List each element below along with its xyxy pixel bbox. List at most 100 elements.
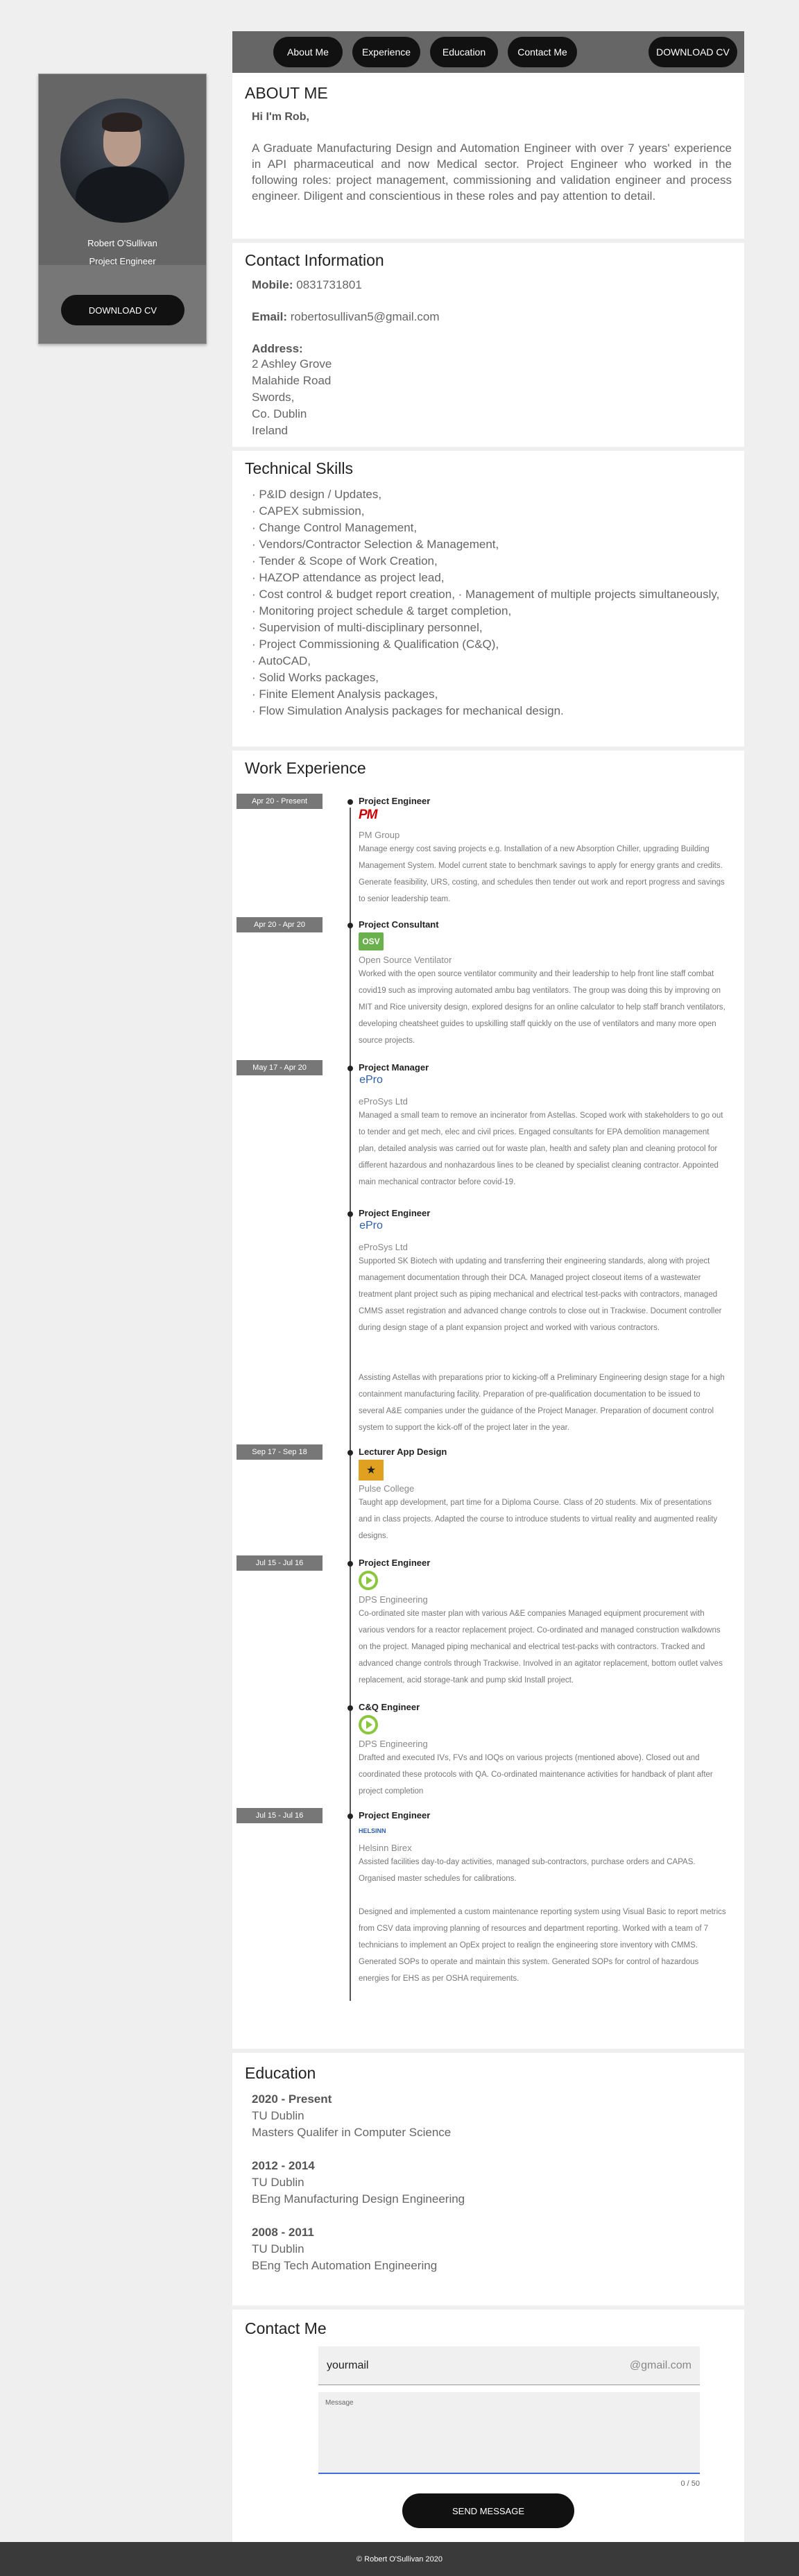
job-date-badge: Apr 20 - Apr 20 xyxy=(237,917,323,932)
timeline-dot xyxy=(347,1211,353,1217)
job-company: Helsinn Birex xyxy=(359,1843,412,1853)
skill-item: · Monitoring project schedule & target c… xyxy=(252,604,512,617)
play-icon xyxy=(366,1576,372,1585)
education-entry: 2008 - 2011 TU Dublin BEng Tech Automati… xyxy=(245,2224,732,2274)
osv-logo: OSV xyxy=(359,932,384,950)
job-title: Project Manager xyxy=(359,1062,429,1073)
nav-about-me[interactable]: About Me xyxy=(273,37,343,67)
profile-header: Robert O'Sullivan Project Engineer xyxy=(39,74,206,266)
email-value: robertosullivan5@gmail.com xyxy=(290,310,440,323)
skill-item: · Cost control & budget report creation,… xyxy=(252,588,720,601)
skill-item: · Change Control Management, xyxy=(252,521,418,534)
work-section: Work Experience Apr 20 - Present Project… xyxy=(232,751,744,2053)
timeline-line xyxy=(350,808,351,2001)
nav-contact-me[interactable]: Contact Me xyxy=(508,37,577,67)
contact-info-section: Contact Information Mobile: 0831731801 E… xyxy=(232,243,744,451)
mobile-row: Mobile: 0831731801 xyxy=(245,278,732,292)
profile-name: Robert O'Sullivan xyxy=(87,238,157,248)
job-date-badge: May 17 - Apr 20 xyxy=(237,1060,323,1075)
education-degree: BEng Manufacturing Design Engineering xyxy=(252,2192,465,2206)
skill-item: · Solid Works packages, xyxy=(252,671,379,684)
job-title: Project Engineer xyxy=(359,796,431,806)
education-entry: 2020 - Present TU Dublin Masters Qualife… xyxy=(245,2091,732,2141)
skill-item: · Finite Element Analysis packages, xyxy=(252,688,438,701)
profile-download-cv-button[interactable]: DOWNLOAD CV xyxy=(61,295,184,325)
avatar-hair xyxy=(102,112,142,132)
timeline-dot xyxy=(347,1066,353,1071)
job-title: Project Consultant xyxy=(359,919,439,930)
timeline-dot xyxy=(347,1561,353,1567)
job-description: Drafted and executed IVs, FVs and IOQs o… xyxy=(359,1754,713,1795)
timeline-dot xyxy=(347,799,353,805)
job-company: Pulse College xyxy=(359,1483,415,1494)
nav-education[interactable]: Education xyxy=(430,37,498,67)
about-heading: ABOUT ME xyxy=(245,84,328,102)
job-company: DPS Engineering xyxy=(359,1594,428,1605)
job-date-badge: Sep 17 - Sep 18 xyxy=(237,1444,323,1460)
skill-item: · P&ID design / Updates, xyxy=(252,488,382,501)
timeline-dot xyxy=(347,1705,353,1711)
about-text: A Graduate Manufacturing Design and Auto… xyxy=(252,142,732,203)
job-title: Project Engineer xyxy=(359,1810,431,1820)
timeline-dot xyxy=(347,923,353,928)
address-line: Malahide Road xyxy=(252,374,332,387)
nav-experience[interactable]: Experience xyxy=(352,37,420,67)
education-school: TU Dublin xyxy=(252,2109,304,2122)
address-line: Swords, xyxy=(252,391,295,404)
eprosys-logo: ePro xyxy=(359,1220,383,1231)
about-section: ABOUT ME Hi I'm Rob, A Graduate Manufact… xyxy=(232,73,744,243)
education-school: TU Dublin xyxy=(252,2176,304,2189)
skill-item: · HAZOP attendance as project lead, xyxy=(252,571,445,584)
education-section: Education 2020 - Present TU Dublin Maste… xyxy=(232,2053,744,2310)
job-company: eProSys Ltd xyxy=(359,1096,408,1107)
nav-download-cv-button[interactable]: DOWNLOAD CV xyxy=(648,37,737,67)
send-message-button[interactable]: SEND MESSAGE xyxy=(402,2493,574,2528)
education-entry: 2012 - 2014 TU Dublin BEng Manufacturing… xyxy=(245,2158,732,2208)
mobile-label: Mobile: xyxy=(252,278,293,291)
job-company: eProSys Ltd xyxy=(359,1242,408,1252)
timeline-dot xyxy=(347,1450,353,1456)
job-title: Project Engineer xyxy=(359,1558,431,1568)
contact-form-section: Contact Me yourmail @gmail.com Message 0… xyxy=(232,2310,744,2556)
address-label: Address: xyxy=(252,342,303,355)
play-icon xyxy=(366,1721,372,1729)
mobile-value: 0831731801 xyxy=(296,278,362,291)
job-description: Supported SK Biotech with updating and t… xyxy=(359,1257,722,1332)
job-description: Taught app development, part time for a … xyxy=(359,1499,718,1540)
email-field-suffix: @gmail.com xyxy=(629,2359,691,2371)
job-description: Worked with the open source ventilator c… xyxy=(359,970,725,1045)
address-line: Co. Dublin xyxy=(252,407,307,420)
avatar-body xyxy=(76,167,169,223)
skill-item: · Vendors/Contractor Selection & Managem… xyxy=(252,538,499,551)
job-title: Lecturer App Design xyxy=(359,1447,447,1457)
email-field[interactable]: yourmail @gmail.com xyxy=(318,2346,700,2385)
message-char-count: 0 / 50 xyxy=(680,2480,700,2488)
skills-section: Technical Skills · P&ID design / Updates… xyxy=(232,451,744,751)
education-degree: Masters Qualifer in Computer Science xyxy=(252,2126,452,2139)
job-description: Managed a small team to remove an incine… xyxy=(359,1111,723,1186)
email-field-value[interactable]: yourmail xyxy=(327,2360,368,2372)
address-line: Ireland xyxy=(252,424,288,437)
job-company: PM Group xyxy=(359,830,400,840)
education-heading: Education xyxy=(245,2064,316,2082)
job-description: Assisting Astellas with preparations pri… xyxy=(359,1374,725,1432)
helsinn-logo: HELSINN xyxy=(359,1827,386,1834)
contact-info-heading: Contact Information xyxy=(245,251,384,269)
message-field[interactable]: Message xyxy=(318,2392,700,2474)
job-description: Manage energy cost saving projects e.g. … xyxy=(359,845,725,903)
skills-heading: Technical Skills xyxy=(245,459,353,477)
email-row: Email: robertosullivan5@gmail.com xyxy=(245,310,732,324)
pulse-college-logo: ★ xyxy=(359,1460,384,1481)
education-year: 2008 - 2011 xyxy=(252,2226,314,2239)
skill-item: · CAPEX submission, xyxy=(252,504,365,518)
about-greeting: Hi I'm Rob, xyxy=(252,111,309,123)
message-field-label: Message xyxy=(325,2399,354,2407)
pm-group-logo: PM xyxy=(359,808,378,822)
navbar: About Me Experience Education Contact Me… xyxy=(232,31,744,73)
education-degree: BEng Tech Automation Engineering xyxy=(252,2259,438,2272)
profile-card: Robert O'Sullivan Project Engineer DOWNL… xyxy=(38,74,207,344)
skill-item: · Supervision of multi-disciplinary pers… xyxy=(252,621,483,634)
skill-item: · Project Commissioning & Qualification … xyxy=(252,638,499,651)
job-date-badge: Jul 15 - Jul 16 xyxy=(237,1808,323,1823)
eprosys-logo: ePro xyxy=(359,1074,383,1086)
